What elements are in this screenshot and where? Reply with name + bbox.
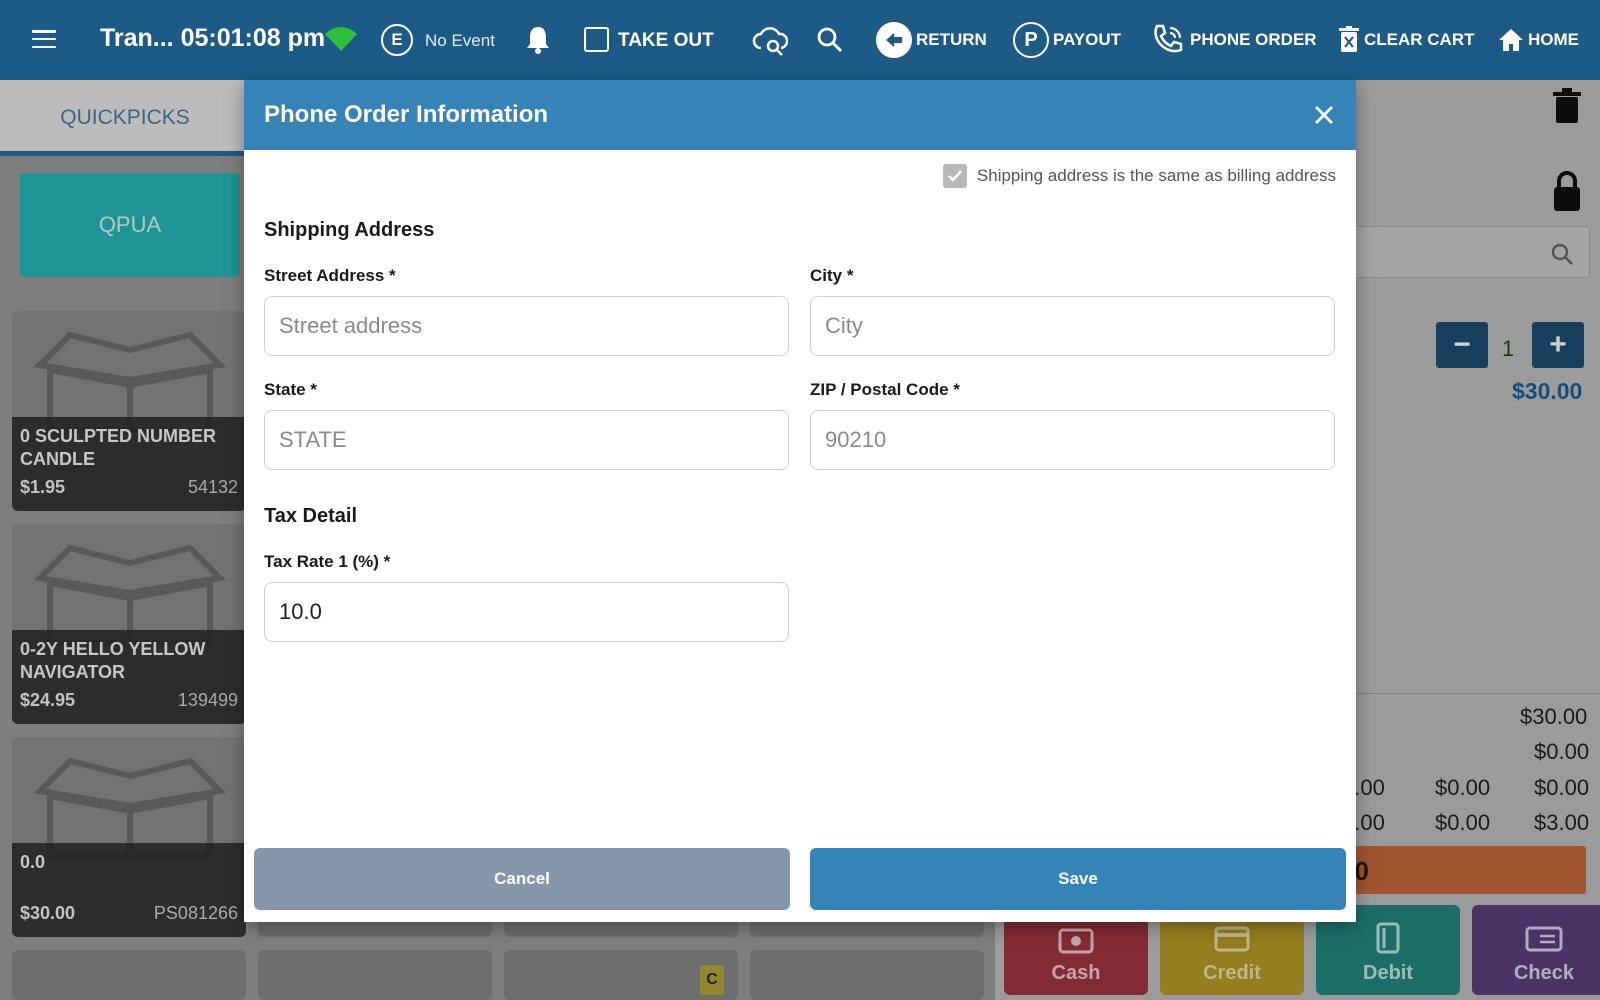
payout-button[interactable]: P PAYOUT xyxy=(1013,20,1121,60)
state-label: State * xyxy=(264,380,317,399)
street-address-label: Street Address * xyxy=(264,266,396,285)
close-icon[interactable] xyxy=(1308,99,1340,131)
top-bar: Tran... 05:01:08 pm E No Event TAKE OUT … xyxy=(0,0,1600,80)
same-address-option[interactable]: Shipping address is the same as billing … xyxy=(942,164,1336,188)
checkmark-icon xyxy=(947,170,962,182)
dialog-header: Phone Order Information xyxy=(244,80,1356,150)
clear-cart-label: CLEAR CART xyxy=(1364,30,1475,49)
menu-icon[interactable] xyxy=(32,30,56,48)
takeout-label[interactable]: TAKE OUT xyxy=(618,30,714,52)
phone-order-button[interactable]: PHONE ORDER xyxy=(1150,20,1317,60)
return-button[interactable]: RETURN xyxy=(876,20,987,60)
return-label: RETURN xyxy=(916,30,987,49)
cloud-search-icon[interactable] xyxy=(752,24,788,56)
same-address-checkbox[interactable] xyxy=(942,164,967,188)
same-address-label: Shipping address is the same as billing … xyxy=(976,166,1336,185)
phone-order-icon xyxy=(1154,24,1183,53)
event-icon[interactable]: E xyxy=(381,24,413,56)
home-icon xyxy=(1499,29,1523,51)
event-label[interactable]: No Event xyxy=(425,31,495,51)
search-icon[interactable] xyxy=(816,26,844,54)
phone-order-dialog: Phone Order Information Shipping address… xyxy=(244,80,1356,922)
transaction-time-title: Tran... 05:01:08 pm xyxy=(100,24,326,52)
dialog-title: Phone Order Information xyxy=(264,101,549,128)
save-button[interactable]: Save xyxy=(810,848,1346,910)
arrow-left-icon xyxy=(876,22,912,58)
tax-rate-input[interactable] xyxy=(264,582,789,642)
cancel-button[interactable]: Cancel xyxy=(254,848,790,910)
clear-cart-button[interactable]: CLEAR CART xyxy=(1338,20,1475,60)
zip-input[interactable] xyxy=(810,410,1335,470)
tax-detail-heading: Tax Detail xyxy=(264,505,357,527)
payout-label: PAYOUT xyxy=(1053,30,1122,49)
payout-p-icon: P xyxy=(1013,22,1049,58)
city-input[interactable] xyxy=(810,296,1335,356)
zip-label: ZIP / Postal Code * xyxy=(810,380,960,399)
home-button[interactable]: HOME xyxy=(1498,20,1579,60)
clear-cart-icon xyxy=(1339,26,1359,52)
tax-rate-label: Tax Rate 1 (%) * xyxy=(264,552,391,571)
city-label: City * xyxy=(810,266,854,285)
state-input[interactable] xyxy=(264,410,789,470)
bell-icon[interactable] xyxy=(524,25,552,55)
takeout-checkbox[interactable] xyxy=(584,27,609,52)
wifi-icon xyxy=(325,27,357,51)
phone-order-label: PHONE ORDER xyxy=(1190,30,1317,49)
home-label: HOME xyxy=(1528,30,1579,49)
street-address-input[interactable] xyxy=(264,296,789,356)
shipping-address-heading: Shipping Address xyxy=(264,219,435,241)
